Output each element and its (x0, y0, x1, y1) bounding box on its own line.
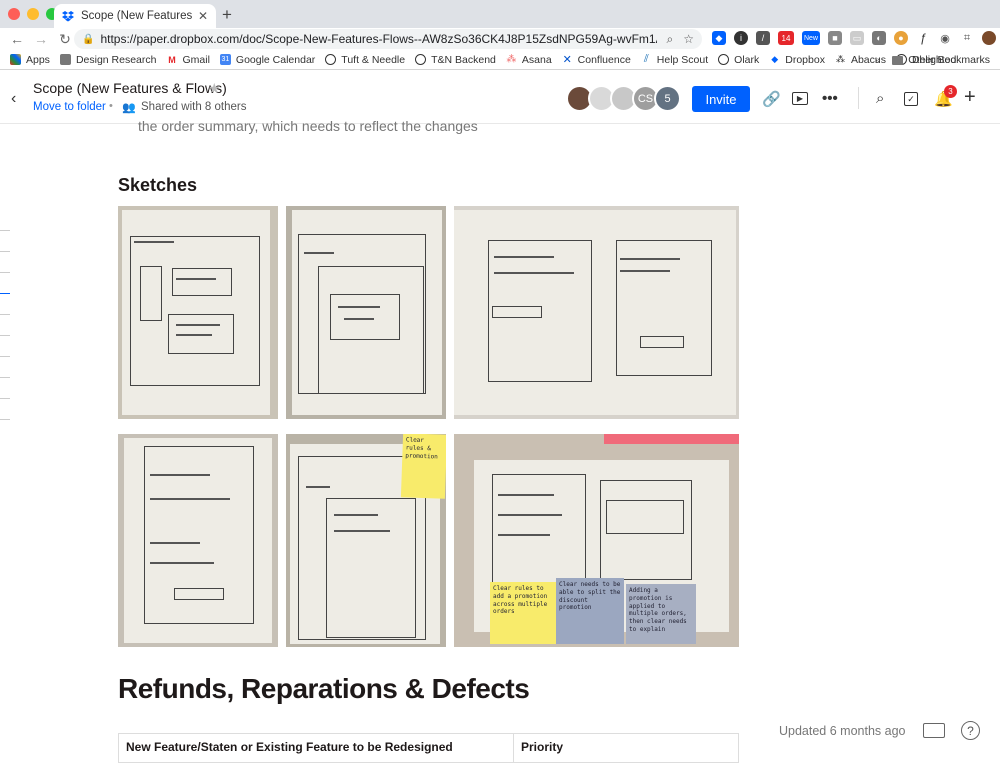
calendar-icon: 31 (219, 54, 231, 65)
olark-icon (718, 54, 730, 65)
collaborator-avatars[interactable]: CS 5 (566, 85, 681, 112)
abacus-icon: ⁂ (835, 54, 845, 64)
new-extension-icon[interactable]: New (802, 31, 820, 45)
tuft-needle-icon (325, 54, 337, 65)
new-tab-button[interactable]: + (222, 5, 232, 25)
help-scout-icon: ⫽ (643, 53, 649, 65)
extensions: ◆ i / 14 New ■ ▭ ◐ ● ƒ ◉ ⌗ ⋮ (712, 31, 1000, 45)
outline-rail[interactable] (0, 230, 14, 440)
back-chevron-icon[interactable]: ‹ (11, 90, 16, 108)
sketch-image[interactable] (118, 206, 278, 419)
sketches-heading: Sketches (118, 175, 198, 195)
bookmark-item[interactable]: ⁂ Asana (506, 54, 551, 66)
sketch-image[interactable] (118, 434, 278, 647)
bookmark-item[interactable]: Tuft & Needle (325, 54, 405, 66)
search-icon[interactable]: ⌕ (667, 32, 674, 47)
folder-icon (59, 54, 71, 65)
sticky-note: Clear needs to be able to split the disc… (556, 578, 624, 644)
more-options-icon[interactable]: ••• (822, 90, 838, 107)
separator-dot: • (109, 100, 113, 112)
sketch-image[interactable] (454, 206, 739, 419)
link-icon[interactable]: 🔗 (762, 90, 781, 108)
shared-with-text[interactable]: Shared with 8 others (141, 101, 246, 113)
info-extension-icon[interactable]: i (734, 31, 748, 45)
notification-badge: 3 (944, 85, 957, 98)
move-to-folder-link[interactable]: Move to folder (33, 101, 106, 113)
bookmark-item[interactable]: 31 Google Calendar (219, 54, 315, 66)
keyboard-shortcuts-icon[interactable] (923, 723, 945, 738)
close-window-button[interactable] (8, 8, 20, 20)
minimize-window-button[interactable] (27, 8, 39, 20)
dropbox-extension-icon[interactable]: ◆ (712, 31, 726, 45)
search-icon[interactable]: ⌕ (876, 90, 884, 107)
bookmark-item[interactable]: Apps (10, 54, 50, 66)
updated-timestamp[interactable]: Updated 6 months ago (779, 724, 905, 738)
sketch-image[interactable]: Clear rules to add a promotion across mu… (454, 434, 739, 647)
doc-title[interactable]: Scope (New Features & Flows) (33, 80, 227, 96)
invite-button[interactable]: Invite (692, 86, 750, 112)
bookmark-item[interactable]: Design Research (59, 54, 156, 66)
eyedropper-extension-icon[interactable]: / (756, 31, 770, 45)
doc-header: ‹ Scope (New Features & Flows) ★ Move to… (0, 70, 1000, 124)
present-icon[interactable]: ▶ (792, 92, 808, 105)
bookmark-item[interactable]: ◆ Dropbox (769, 54, 825, 66)
reload-icon[interactable]: ↻ (58, 31, 72, 48)
more-bookmarks-icon[interactable]: » (874, 54, 880, 66)
bookmark-item[interactable]: M Gmail (166, 54, 210, 66)
crop-extension-icon[interactable]: ⌗ (960, 31, 974, 45)
address-bar-row: ← → ↻ 🔒 https://paper.dropbox.com/doc/Sc… (0, 28, 1000, 50)
camera-extension-icon[interactable]: ◉ (938, 31, 952, 45)
add-icon[interactable]: + (964, 86, 976, 109)
extension-icon[interactable]: ◐ (872, 31, 886, 45)
section-heading: Refunds, Reparations & Defects (118, 673, 530, 704)
other-bookmarks[interactable]: » Other Bookmarks (874, 54, 990, 66)
gmail-icon: M (168, 54, 176, 65)
confluence-icon: ✕ (562, 54, 572, 66)
bookmark-item[interactable]: T&N Backend (415, 54, 496, 66)
sticky-note: Clear rules to add a promotion across mu… (490, 582, 556, 644)
header-divider (858, 87, 859, 109)
apps-grid-icon (10, 54, 21, 65)
trailing-paragraph: the order summary, which needs to reflec… (138, 118, 478, 134)
profile-avatar[interactable] (982, 31, 996, 45)
help-icon[interactable]: ? (961, 721, 980, 740)
tab-title: Scope (New Features & Flows) (81, 10, 194, 22)
asana-icon: ⁂ (506, 54, 517, 65)
bookmark-star-icon[interactable]: ☆ (683, 32, 694, 46)
bookmark-item[interactable]: ⫽ Help Scout (641, 53, 708, 66)
dropbox-icon (62, 11, 74, 22)
people-icon: 👥 (122, 102, 136, 114)
lock-icon: 🔒 (82, 33, 95, 45)
bookmarks-bar: Apps Design Research M Gmail 31 Google Cal… (0, 50, 1000, 70)
browser-tab-bar: Scope (New Features & Flows) ✕ + (0, 0, 1000, 28)
window-controls (8, 8, 58, 20)
star-icon[interactable]: ★ (208, 80, 221, 97)
extension-icon[interactable]: ▭ (850, 31, 864, 45)
url-text: https://paper.dropbox.com/doc/Scope-New-… (100, 32, 656, 46)
forward-arrow-icon[interactable]: → (34, 31, 48, 47)
formula-extension-icon[interactable]: ƒ (916, 31, 930, 45)
sketch-image[interactable] (286, 206, 446, 419)
extension-icon[interactable]: ■ (828, 31, 842, 45)
extension-icon[interactable]: ● (894, 31, 908, 45)
bookmark-item[interactable]: ✕ Confluence (562, 54, 631, 67)
dropbox-icon: ◆ (771, 54, 779, 64)
checklist-icon[interactable]: ✓ (904, 92, 918, 106)
counter-extension-icon[interactable]: 14 (778, 31, 794, 45)
sticky-note: Adding a promotion is applied to multipl… (626, 584, 696, 644)
sticky-note: Clear rules & promotion (400, 434, 446, 499)
table-header-cell: Priority (521, 740, 564, 754)
close-tab-icon[interactable]: ✕ (198, 9, 208, 23)
back-arrow-icon[interactable]: ← (10, 31, 24, 47)
browser-tab[interactable]: Scope (New Features & Flows) ✕ (54, 4, 216, 28)
sketch-image[interactable]: Clear rules & promotion (286, 434, 446, 647)
bookmark-item[interactable]: Olark (718, 54, 759, 66)
tn-backend-icon (415, 54, 427, 65)
folder-icon (892, 55, 904, 65)
more-collaborators-count[interactable]: 5 (654, 85, 681, 112)
url-field[interactable]: 🔒 https://paper.dropbox.com/doc/Scope-Ne… (74, 29, 702, 49)
table-header-cell: New Feature/Staten or Existing Feature t… (119, 734, 514, 762)
